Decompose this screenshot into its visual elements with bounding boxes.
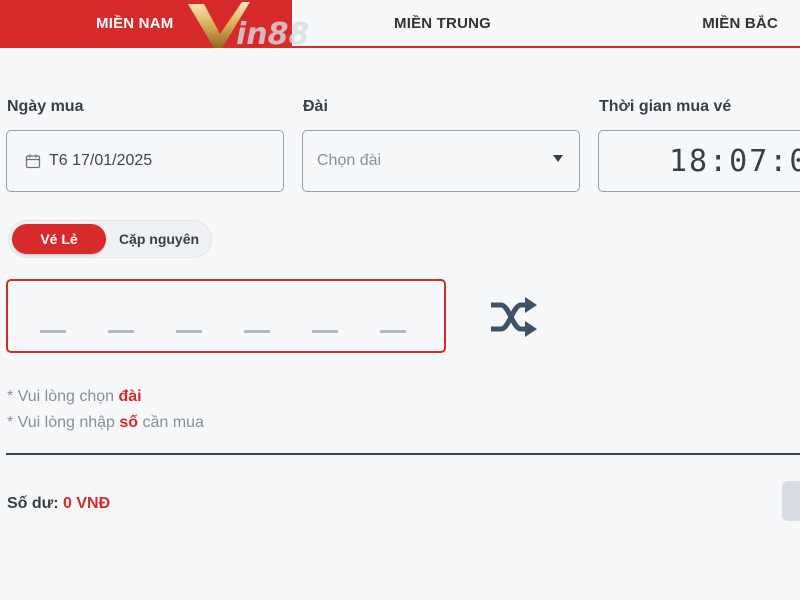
caret-down-icon xyxy=(553,155,563,162)
toggle-ve-le-label: Vé Lẻ xyxy=(40,231,78,247)
note-2-prefix: * Vui lòng nhập xyxy=(7,414,120,431)
station-select[interactable]: Chọn đài xyxy=(302,130,580,192)
tab-mien-nam-label: MIỀN NAM xyxy=(96,14,174,32)
digit-slot[interactable] xyxy=(312,330,338,333)
digit-slot[interactable] xyxy=(176,330,202,333)
toggle-ve-le[interactable]: Vé Lẻ xyxy=(12,224,106,254)
time-value: 18:07:01 xyxy=(669,143,800,179)
station-label: Đài xyxy=(303,98,328,115)
note-2-highlight: số xyxy=(119,414,139,431)
digit-slot[interactable] xyxy=(40,330,66,333)
tab-mien-trung[interactable]: MIỀN TRUNG xyxy=(292,0,592,46)
divider xyxy=(6,453,800,455)
time-label: Thời gian mua vé xyxy=(599,98,732,115)
note-enter-number: * Vui lòng nhập số cần mua xyxy=(7,414,204,432)
digit-slot[interactable] xyxy=(108,330,134,333)
date-label: Ngày mua xyxy=(7,98,84,115)
date-value: T6 17/01/2025 xyxy=(49,152,153,169)
submit-button[interactable] xyxy=(782,481,800,521)
toggle-cap-nguyen[interactable]: Cặp nguyên xyxy=(109,224,209,254)
digit-slot[interactable] xyxy=(380,330,406,333)
station-placeholder: Chọn đài xyxy=(317,152,382,169)
note-select-station: * Vui lòng chọn đài xyxy=(7,388,142,406)
calendar-icon xyxy=(25,154,41,169)
balance: Số dư: 0 VNĐ xyxy=(7,495,110,513)
ticket-type-toggle: Vé Lẻ Cặp nguyên xyxy=(8,220,212,258)
digit-slot[interactable] xyxy=(244,330,270,333)
tab-mien-bac[interactable]: MIỀN BẮC xyxy=(592,0,800,46)
note-2-suffix: cần mua xyxy=(138,414,204,431)
balance-value: 0 VNĐ xyxy=(63,495,111,512)
note-1-prefix: * Vui lòng chọn xyxy=(7,388,119,405)
region-tabs: MIỀN NAM MIỀN TRUNG MIỀN BẮC xyxy=(0,0,800,48)
toggle-cap-nguyen-label: Cặp nguyên xyxy=(118,231,200,247)
time-display: 18:07:01 xyxy=(598,130,800,192)
date-field[interactable]: T6 17/01/2025 xyxy=(6,130,284,192)
balance-label: Số dư: xyxy=(7,495,64,512)
tab-mien-bac-label: MIỀN BẮC xyxy=(702,14,778,32)
number-input[interactable] xyxy=(6,279,446,353)
tab-mien-trung-label: MIỀN TRUNG xyxy=(394,14,491,32)
tab-mien-nam[interactable]: MIỀN NAM xyxy=(0,0,292,46)
note-1-highlight: đài xyxy=(118,388,142,405)
shuffle-icon[interactable] xyxy=(487,297,539,337)
